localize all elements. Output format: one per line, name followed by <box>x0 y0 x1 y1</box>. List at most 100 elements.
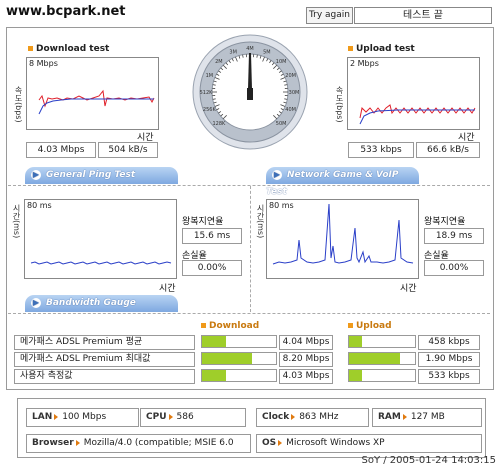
gauge-tick-label: 50M <box>276 121 287 127</box>
try-again-button[interactable]: Try again <box>306 7 353 24</box>
game-ylabel: 시간(ms) <box>256 204 265 239</box>
bw-download-bar <box>201 352 277 365</box>
download-chart <box>38 89 155 115</box>
cpu-value: 586 <box>176 412 194 422</box>
bw-download-value: 4.04 Mbps <box>279 335 333 350</box>
upload-kbps: 533 kbps <box>348 142 414 158</box>
download-ylabel: 속도(bps) <box>14 86 23 123</box>
arrow-icon <box>168 413 173 420</box>
bw-upload-value: 1.90 Mbps <box>418 352 480 367</box>
cpu-info: CPU 586 <box>140 408 246 427</box>
game-graph: 80 ms <box>266 199 419 279</box>
arrow-icon <box>402 413 407 420</box>
game-xlabel: 시간 <box>400 284 417 294</box>
game-rtt: 18.9 ms <box>424 228 484 244</box>
bw-row-label: 메가패스 ADSL Premium 평균 <box>14 335 195 350</box>
bw-download-bar <box>201 369 277 382</box>
upload-graph: 2 Mbps <box>347 57 480 130</box>
gauge-tick-label: 512K <box>200 90 214 96</box>
upload-ylabel: 속도(bps) <box>335 86 344 123</box>
play-icon: ▶ <box>272 169 282 180</box>
upload-title: Upload test <box>348 44 415 54</box>
bw-download-bar <box>201 335 277 348</box>
arrow-icon <box>54 413 59 420</box>
watermark: www.bcpark.net <box>6 4 126 19</box>
bw-upload-fill <box>349 336 362 347</box>
bw-upload-bar <box>348 369 416 382</box>
ping-loss: 0.00% <box>182 260 242 276</box>
bw-upload-fill <box>349 353 400 364</box>
gauge-tick-label: 10M <box>276 59 287 65</box>
browser-label: Browser <box>32 438 74 448</box>
arrow-icon <box>278 439 283 446</box>
game-chart <box>272 203 414 265</box>
footer-timestamp: SoY / 2005-01-24 14:03:15 <box>361 455 496 466</box>
ram-label: RAM <box>378 412 401 422</box>
download-kbs: 504 kB/s <box>98 142 158 158</box>
ping-graph: 80 ms <box>24 199 177 279</box>
tab-bandwidth-label: Bandwidth Gauge <box>46 298 136 308</box>
game-line <box>272 203 414 265</box>
bw-download-value: 4.03 Mbps <box>279 369 333 384</box>
os-info: OS Microsoft Windows XP <box>256 434 482 453</box>
gauge-tick-label: 30M <box>289 90 300 96</box>
ram-info: RAM 127 MB <box>372 408 482 427</box>
browser-value: Mozilla/4.0 (compatible; MSIE 6.0 <box>83 438 234 448</box>
divider <box>8 185 490 186</box>
play-icon: ▶ <box>31 169 41 180</box>
test-status: 테스트 끝 <box>354 7 492 24</box>
os-value: Microsoft Windows XP <box>286 438 385 448</box>
ping-line <box>30 261 172 265</box>
clock-value: 863 MHz <box>299 412 339 422</box>
gauge-tick-label: 20M <box>285 73 296 79</box>
bw-row-label: 메가패스 ADSL Premium 최대값 <box>14 352 195 367</box>
tab-bandwidth-gauge[interactable]: ▶ Bandwidth Gauge <box>25 295 178 312</box>
gauge-tick-label: 4M <box>246 46 254 52</box>
gauge-tick-label: 2M <box>215 59 223 65</box>
bw-row-label: 사용자 측정값 <box>14 369 195 384</box>
gauge-tick-label: 40M <box>285 107 296 113</box>
tab-general-ping[interactable]: ▶ General Ping Test <box>25 167 178 184</box>
game-loss: 0.00% <box>424 260 484 276</box>
download-title: Download test <box>28 44 109 54</box>
bw-upload-bar <box>348 352 416 365</box>
download-graph: 8 Mbps <box>26 57 159 130</box>
download-avg-line <box>38 98 154 115</box>
arrow-icon <box>291 413 296 420</box>
ping-chart <box>30 261 172 265</box>
tab-network-game[interactable]: ▶ Network Game & VoIP Test <box>266 167 419 197</box>
bullet-icon <box>28 46 33 51</box>
play-icon: ▶ <box>31 297 41 308</box>
bullet-icon <box>348 46 353 51</box>
bw-upload-value: 458 kbps <box>418 335 480 350</box>
ping-rtt-label: 왕복지연율 <box>182 217 224 227</box>
cpu-label: CPU <box>146 412 167 422</box>
ping-rtt: 15.6 ms <box>182 228 242 244</box>
divider <box>8 313 490 314</box>
bw-download-fill <box>202 336 227 347</box>
bullet-icon <box>201 323 206 328</box>
upload-title-text: Upload test <box>356 44 415 54</box>
bw-upload-header-text: Upload <box>356 321 392 331</box>
gauge-tick-label: 1M <box>206 73 214 79</box>
gauge-tick-label: 256K <box>203 107 217 113</box>
gauge-tick-label: 3M <box>229 49 237 55</box>
browser-info: Browser Mozilla/4.0 (compatible; MSIE 6.0 <box>26 434 251 453</box>
bw-download-fill <box>202 353 252 364</box>
divider <box>250 186 251 312</box>
clock-label: Clock <box>262 412 290 422</box>
lan-info: LAN 100 Mbps <box>26 408 139 427</box>
bw-download-fill <box>202 370 227 381</box>
arrow-icon <box>75 439 80 446</box>
download-title-text: Download test <box>36 44 110 54</box>
bw-upload-header: Upload <box>348 321 392 331</box>
bullet-icon <box>348 323 353 328</box>
clock-info: Clock 863 MHz <box>256 408 369 427</box>
lan-value: 100 Mbps <box>62 412 107 422</box>
upload-chart <box>359 104 476 125</box>
bw-upload-fill <box>349 370 363 381</box>
ping-xlabel: 시간 <box>159 284 176 294</box>
game-rtt-label: 왕복지연율 <box>424 217 466 227</box>
upload-avg-line <box>359 109 475 125</box>
ping-ylabel: 시간(ms) <box>12 204 21 239</box>
